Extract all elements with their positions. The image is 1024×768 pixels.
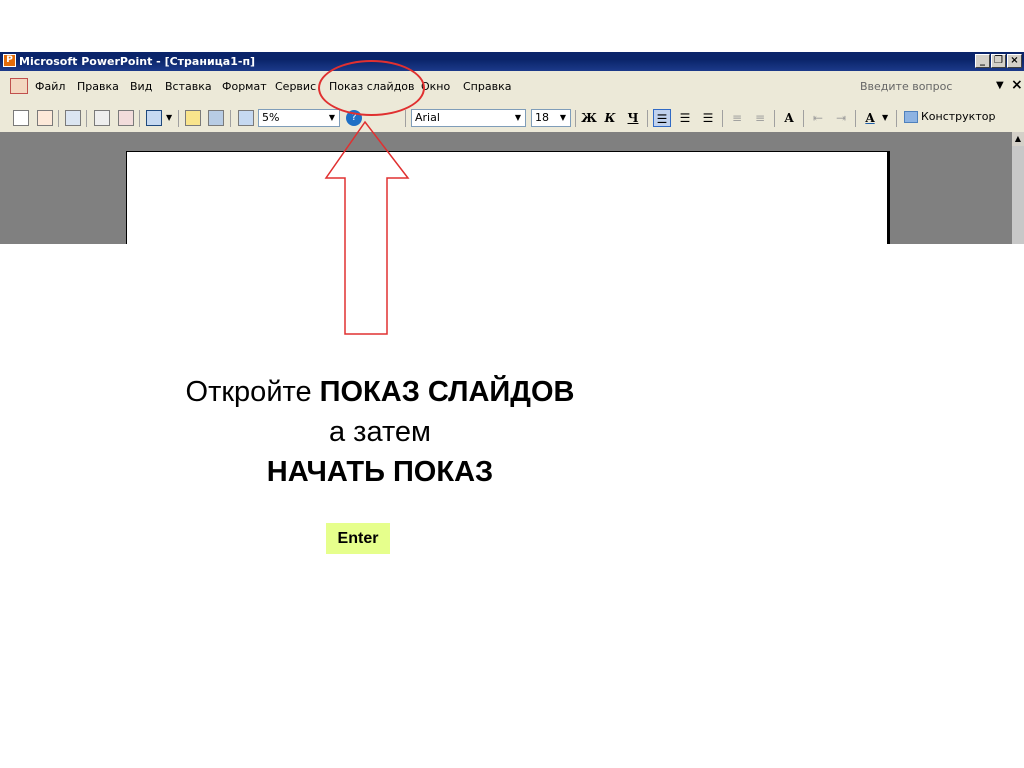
designer-icon <box>904 111 918 123</box>
font-name-value: Arial <box>415 111 440 124</box>
window-title: Microsoft PowerPoint - [Страница1-п] <box>19 55 256 68</box>
title-bar: P Microsoft PowerPoint - [Страница1-п] _… <box>0 52 1024 71</box>
toolbar: ▼ 5% ▼ ? Arial ▼ 18 ▼ Ж К Ч ☰ ☰ ☰ ≡ ≡ A <box>0 105 1024 133</box>
enter-button[interactable]: Enter <box>326 523 390 554</box>
menu-view[interactable]: Вид <box>130 80 152 93</box>
undo-icon[interactable] <box>146 110 162 126</box>
highlight-ellipse <box>318 60 425 116</box>
paste-icon[interactable] <box>118 110 134 126</box>
powerpoint-app-icon: P <box>3 54 16 67</box>
align-left-icon[interactable]: ☰ <box>653 109 671 127</box>
toolbar-separator <box>86 110 87 127</box>
toolbar-separator <box>855 110 856 127</box>
close-button[interactable]: × <box>1007 54 1022 68</box>
chevron-down-icon[interactable]: ▼ <box>512 111 524 125</box>
increase-indent-icon[interactable]: ⇥ <box>832 109 850 127</box>
instruction-line-1: Откройте ПОКАЗ СЛАЙДОВ <box>140 372 620 412</box>
increase-font-icon[interactable]: A <box>780 109 798 127</box>
chevron-down-icon[interactable]: ▼ <box>882 110 888 126</box>
instruction-line-3: НАЧАТЬ ПОКАЗ <box>266 456 494 488</box>
font-size-value: 18 <box>535 111 549 124</box>
document-icon[interactable] <box>10 78 28 94</box>
menu-help[interactable]: Справка <box>463 80 511 93</box>
new-document-icon[interactable] <box>13 110 29 126</box>
designer-button[interactable]: Конструктор <box>904 110 995 123</box>
instruction-line-2: а затем <box>329 416 431 448</box>
ask-question-input[interactable]: Введите вопрос <box>860 80 952 93</box>
menu-insert[interactable]: Вставка <box>165 80 212 93</box>
open-icon[interactable] <box>37 110 53 126</box>
toolbar-separator <box>575 110 576 127</box>
table-icon[interactable] <box>208 110 224 126</box>
chevron-down-icon[interactable]: ▼ <box>557 111 569 125</box>
chevron-down-icon[interactable]: ▼ <box>166 110 172 126</box>
decrease-indent-icon[interactable]: ⇤ <box>809 109 827 127</box>
menu-edit[interactable]: Правка <box>77 80 119 93</box>
toolbar-separator <box>647 110 648 127</box>
scrollbar-track[interactable] <box>1012 146 1024 244</box>
font-size-combo[interactable]: 18 ▼ <box>531 109 571 127</box>
menu-file[interactable]: Файл <box>35 80 65 93</box>
font-name-combo[interactable]: Arial ▼ <box>411 109 526 127</box>
chart-icon[interactable] <box>185 110 201 126</box>
toolbar-separator <box>139 110 140 127</box>
print-icon[interactable] <box>65 110 81 126</box>
toolbar-separator <box>230 110 231 127</box>
close-document-icon[interactable]: × <box>1011 77 1023 93</box>
toolbar-separator <box>58 110 59 127</box>
numbered-list-icon[interactable]: ≡ <box>728 109 746 127</box>
instruction-prefix: Откройте <box>185 376 320 408</box>
designer-label: Конструктор <box>921 110 996 123</box>
scroll-up-icon[interactable]: ▲ <box>1012 132 1024 146</box>
menu-format[interactable]: Формат <box>222 80 267 93</box>
align-center-icon[interactable]: ☰ <box>676 109 694 127</box>
menu-tools[interactable]: Сервис <box>275 80 316 93</box>
copy-icon[interactable] <box>94 110 110 126</box>
toolbar-separator <box>803 110 804 127</box>
zoom-value: 5% <box>262 111 280 124</box>
powerpoint-window: P Microsoft PowerPoint - [Страница1-п] _… <box>0 52 1024 244</box>
toolbar-separator <box>178 110 179 127</box>
bulleted-list-icon[interactable]: ≡ <box>751 109 769 127</box>
bold-button[interactable]: Ж <box>580 109 598 127</box>
minimize-button[interactable]: _ <box>975 54 990 68</box>
toolbar-separator <box>774 110 775 127</box>
instruction-text: Откройте ПОКАЗ СЛАЙДОВ а затем НАЧАТЬ ПО… <box>140 372 620 492</box>
grid-icon[interactable] <box>238 110 254 126</box>
menu-window[interactable]: Окно <box>421 80 450 93</box>
slide-workspace: ▲ <box>0 132 1024 244</box>
menu-bar: Файл Правка Вид Вставка Формат Сервис По… <box>0 71 1024 106</box>
underline-button[interactable]: Ч <box>624 109 642 127</box>
toolbar-separator <box>896 110 897 127</box>
font-color-icon[interactable]: A <box>861 109 879 127</box>
up-arrow-icon <box>324 120 410 335</box>
slide-canvas[interactable] <box>126 151 890 244</box>
instruction-slide-show: ПОКАЗ СЛАЙДОВ <box>319 376 575 408</box>
align-right-icon[interactable]: ☰ <box>699 109 717 127</box>
toolbar-separator <box>722 110 723 127</box>
chevron-down-icon[interactable]: ▼ <box>996 80 1004 91</box>
window-controls: _ ❐ × <box>975 54 1022 68</box>
italic-button[interactable]: К <box>601 109 619 127</box>
restore-button[interactable]: ❐ <box>991 54 1006 68</box>
vertical-scrollbar[interactable]: ▲ <box>1012 132 1024 244</box>
